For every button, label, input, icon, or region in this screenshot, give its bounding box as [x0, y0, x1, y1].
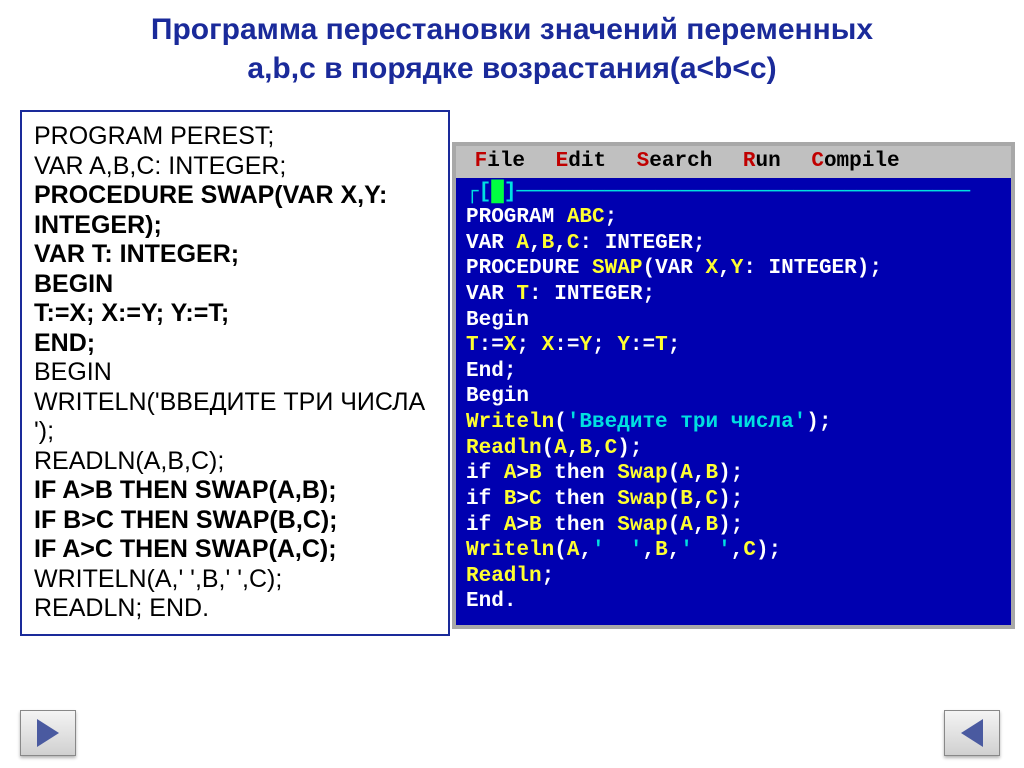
ide-menubar: File Edit Search Run Compile [456, 146, 1011, 178]
ide-code-line: if B>C then Swap(B,C); [466, 487, 1001, 513]
triangle-right-icon [37, 719, 59, 747]
ide-window: File Edit Search Run Compile ┌[█]───────… [452, 142, 1015, 629]
code-line: VAR T: INTEGER; [34, 240, 436, 270]
menu-edit[interactable]: Edit [556, 149, 606, 175]
code-line: BEGIN [34, 270, 436, 300]
slide: Программа перестановки значений переменн… [0, 0, 1024, 768]
code-line: WRITELN('ВВЕДИТЕ ТРИ ЧИСЛА '); [34, 388, 436, 447]
prev-button[interactable] [944, 710, 1000, 756]
slide-title: Программа перестановки значений переменн… [20, 10, 1004, 88]
code-line: PROCEDURE SWAP(VAR X,Y: INTEGER); [34, 181, 436, 240]
code-line: IF B>C THEN SWAP(B,C); [34, 506, 436, 536]
menu-search[interactable]: Search [637, 149, 713, 175]
content-area: PROGRAM PEREST; VAR A,B,C: INTEGER; PROC… [20, 100, 1004, 710]
triangle-left-icon [961, 719, 983, 747]
code-line: END; [34, 329, 436, 359]
code-line: IF A>B THEN SWAP(A,B); [34, 476, 436, 506]
cursor-icon: █ [491, 181, 504, 204]
ide-code-line: if A>B then Swap(A,B); [466, 513, 1001, 539]
ide-code-line: Writeln('Введите три числа'); [466, 410, 1001, 436]
code-line: VAR A,B,C: INTEGER; [34, 152, 436, 182]
code-line: WRITELN(A,' ',B,' ',C); [34, 565, 436, 595]
ide-code-line: End; [466, 359, 1001, 385]
ide-editor: ┌[█]────────────────────────────────────… [456, 178, 1011, 625]
ide-code-line: PROGRAM ABC; [466, 205, 1001, 231]
ide-code-line: VAR T: INTEGER; [466, 282, 1001, 308]
ide-code-line: End. [466, 589, 1001, 615]
code-listing-box: PROGRAM PEREST; VAR A,B,C: INTEGER; PROC… [20, 110, 450, 636]
title-line-1: Программа перестановки значений переменн… [151, 13, 873, 46]
code-line: READLN(A,B,C); [34, 447, 436, 477]
title-line-2: a,b,c в порядке возрастания(a<b<c) [247, 52, 776, 85]
next-button[interactable] [20, 710, 76, 756]
ide-code-line: if A>B then Swap(A,B); [466, 461, 1001, 487]
code-line: IF A>C THEN SWAP(A,C); [34, 535, 436, 565]
ide-code-line: Begin [466, 384, 1001, 410]
ide-code-line: PROCEDURE SWAP(VAR X,Y: INTEGER); [466, 256, 1001, 282]
ide-code-line: Begin [466, 308, 1001, 334]
menu-compile[interactable]: Compile [811, 149, 899, 175]
ide-code-line: T:=X; X:=Y; Y:=T; [466, 333, 1001, 359]
code-line: BEGIN [34, 358, 436, 388]
ide-code-line: VAR A,B,C: INTEGER; [466, 231, 1001, 257]
code-line: READLN; END. [34, 594, 436, 624]
ide-code-line: Writeln(A,' ',B,' ',C); [466, 538, 1001, 564]
ide-code-line: Readln; [466, 564, 1001, 590]
code-line: PROGRAM PEREST; [34, 122, 436, 152]
ide-frame-top: ┌[█]──────────────────────────────────── [466, 180, 1001, 206]
menu-run[interactable]: Run [743, 149, 781, 175]
code-line: T:=X; X:=Y; Y:=T; [34, 299, 436, 329]
ide-code-line: Readln(A,B,C); [466, 436, 1001, 462]
nav-buttons [944, 710, 1000, 756]
menu-file[interactable]: File [462, 149, 525, 175]
